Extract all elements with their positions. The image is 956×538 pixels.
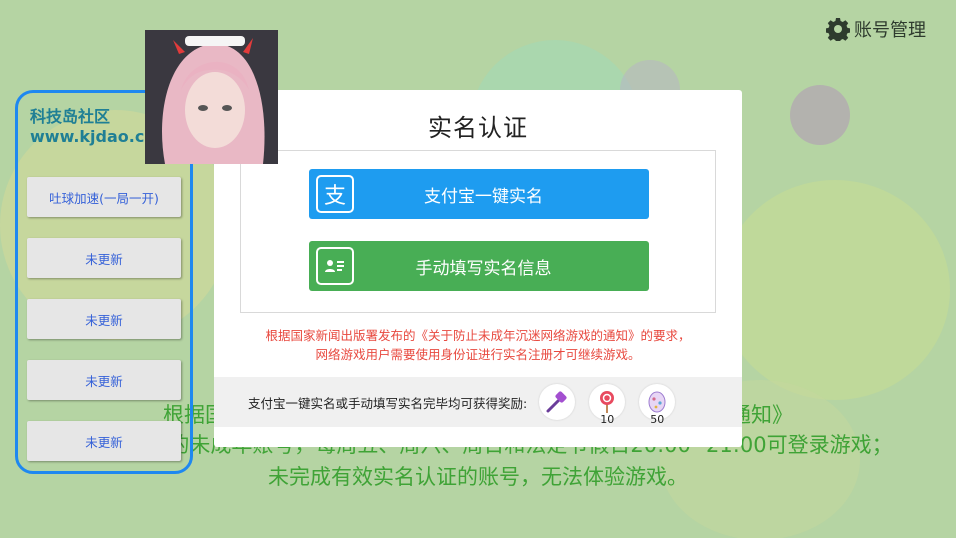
reward-item-hammer: [539, 384, 576, 420]
account-management-button[interactable]: 账号管理: [826, 16, 926, 42]
reward-item-egg: 50: [639, 384, 676, 426]
modal-title: 实名认证: [428, 114, 528, 142]
notice-line1: 根据国家新闻出版署发布的《关于防止未成年沉迷网络游戏的通知》的要求，: [265, 328, 691, 343]
side-menu-title: 科技岛社区 www.kjdao.cc: [30, 107, 154, 147]
reward-count: 50: [650, 413, 665, 426]
account-management-label: 账号管理: [854, 20, 926, 41]
manual-verify-label: 手动填写实名信息: [415, 258, 552, 279]
side-menu-item[interactable]: 未更新: [27, 238, 181, 278]
verification-options: 支 支付宝一键实名 手动填写实名信息: [240, 150, 716, 313]
id-card-icon: [316, 247, 354, 285]
manual-verify-button[interactable]: 手动填写实名信息: [309, 241, 649, 291]
alipay-verify-button[interactable]: 支 支付宝一键实名: [309, 169, 649, 219]
egg-icon: [648, 391, 666, 413]
bg-ball: [720, 180, 950, 400]
bg-ball: [790, 85, 850, 145]
notice-line2: 网络游戏用户需要使用身份证进行实名注册才可继续游戏。: [315, 347, 641, 362]
reward-item-lollipop: 10: [589, 384, 626, 426]
side-title-line2: www.kjdao.cc: [30, 127, 154, 146]
gear-icon: [826, 18, 850, 41]
real-name-modal: 实名认证 支 支付宝一键实名 手动填写实名信息 根据国家新闻出版署发布的《关于防…: [214, 90, 742, 447]
side-menu-item[interactable]: 吐球加速(一局一开): [27, 177, 181, 217]
side-menu-item[interactable]: 未更新: [27, 360, 181, 400]
avatar-photo: [145, 30, 278, 164]
side-menu-item[interactable]: 未更新: [27, 299, 181, 339]
reward-count: 10: [600, 413, 615, 426]
regulation-notice: 根据国家新闻出版署发布的《关于防止未成年沉迷网络游戏的通知》的要求， 网络游戏用…: [214, 326, 742, 364]
lollipop-icon: [600, 391, 615, 413]
alipay-verify-label: 支付宝一键实名: [424, 186, 543, 207]
side-title-line1: 科技岛社区: [30, 107, 111, 126]
alipay-icon: 支: [316, 175, 354, 213]
side-menu-item[interactable]: 未更新: [27, 421, 181, 461]
hammer-icon: [546, 391, 567, 413]
reward-label: 支付宝一键实名或手动填写实名完毕均可获得奖励:: [248, 395, 528, 411]
reward-bar: 支付宝一键实名或手动填写实名完毕均可获得奖励: 10 50: [214, 377, 742, 427]
